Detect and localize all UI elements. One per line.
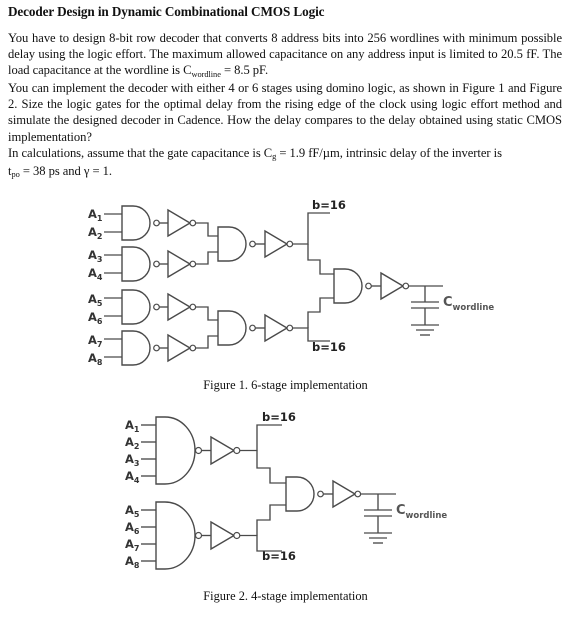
inverter-bottom-merge bbox=[255, 313, 294, 343]
problem-statement: You have to design 8-bit row decoder tha… bbox=[8, 30, 562, 181]
inverter-a56 bbox=[159, 292, 197, 322]
f2-nand2-gate-final bbox=[285, 476, 324, 512]
branch-label-bottom: b=16 bbox=[312, 340, 346, 354]
figure-2-caption: Figure 2. 4-stage implementation bbox=[203, 589, 368, 603]
f2-inverter-top bbox=[201, 435, 241, 466]
f2-wordline-load-network bbox=[360, 493, 396, 544]
paragraph-3: In calculations, assume that the gate ca… bbox=[8, 145, 562, 163]
wire-bottom-to-final-nand bbox=[307, 297, 334, 328]
nand2-gate-top-merge bbox=[217, 226, 256, 262]
inverter-final bbox=[371, 271, 410, 301]
p4-sub-po: po bbox=[11, 170, 20, 180]
figure-2-diagram: A1 A2 A3 A4 A5 A6 A7 A8 b=16 b=16 Cwordl… bbox=[0, 404, 571, 580]
inverter-a12 bbox=[159, 208, 197, 238]
wire-branch-top bbox=[292, 212, 330, 245]
input-label-a3: A3 bbox=[88, 248, 102, 264]
input-label-a6: A6 bbox=[88, 310, 103, 326]
load-capacitor-label: Cwordline bbox=[443, 295, 494, 313]
f2-wire-top-to-nand bbox=[256, 450, 286, 484]
paragraph-4: tpo = 38 ps and γ = 1. bbox=[8, 163, 562, 181]
input-label-a2: A2 bbox=[88, 225, 102, 241]
p1-sub-cwordline: wordline bbox=[191, 69, 221, 79]
f2-input-label-a3: A3 bbox=[125, 452, 139, 468]
inverter-a34 bbox=[159, 249, 197, 279]
input-label-a4: A4 bbox=[88, 266, 103, 282]
p3-seg-0: In calculations, assume that the gate ca… bbox=[8, 145, 273, 160]
figure-1-schematic: A1 A2 A3 A4 A5 A6 A7 A8 b=16 b=16 Cwordl… bbox=[88, 198, 494, 367]
f2-wire-branch-top bbox=[239, 424, 282, 452]
inverter-a78 bbox=[159, 333, 197, 363]
f2-wire-bottom-to-nand bbox=[256, 504, 286, 536]
p4-seg-2: = 38 ps and γ = 1. bbox=[19, 163, 113, 178]
nand2-gate-a78 bbox=[104, 330, 160, 366]
input-label-a8: A8 bbox=[88, 351, 103, 367]
wire-a12-to-nand-top bbox=[195, 222, 218, 237]
branch-label-top: b=16 bbox=[312, 198, 346, 212]
nand2-gate-bottom-merge bbox=[217, 310, 256, 346]
f2-input-label-a7: A7 bbox=[125, 537, 139, 553]
nand2-gate-a12 bbox=[104, 205, 160, 241]
nand4-gate-a1234 bbox=[141, 416, 203, 485]
f2-input-label-a5: A5 bbox=[125, 503, 140, 519]
inverter-top-merge bbox=[255, 229, 294, 259]
f2-inverter-bottom bbox=[201, 520, 241, 551]
input-label-a7: A7 bbox=[88, 333, 102, 349]
f2-input-label-a2: A2 bbox=[125, 435, 139, 451]
p3-sub-cg: g bbox=[272, 152, 277, 162]
f2-inverter-final bbox=[323, 479, 362, 509]
nand2-gate-a56 bbox=[104, 289, 160, 325]
paragraph-1: You have to design 8-bit row decoder tha… bbox=[8, 30, 562, 80]
p3-seg-2: = 1.9 fF/µm, intrinsic delay of the inve… bbox=[276, 145, 502, 160]
wire-a34-to-nand-bot bbox=[195, 251, 218, 265]
nand2-gate-a34 bbox=[104, 246, 160, 282]
f2-load-capacitor-label: Cwordline bbox=[396, 503, 447, 521]
page-title: Decoder Design in Dynamic Combinational … bbox=[8, 4, 325, 19]
p2-seg-0: You can implement the decoder with eithe… bbox=[8, 81, 562, 144]
p1-seg-2: = 8.5 pF. bbox=[220, 63, 269, 78]
wire-a78-to-nand-bot bbox=[195, 335, 218, 349]
input-label-a1: A1 bbox=[88, 207, 103, 223]
paragraph-2: You can implement the decoder with eithe… bbox=[8, 80, 562, 144]
f2-branch-label-top: b=16 bbox=[262, 410, 296, 424]
figure-2-schematic: A1 A2 A3 A4 A5 A6 A7 A8 b=16 b=16 Cwordl… bbox=[125, 410, 447, 570]
wire-top-to-final-nand bbox=[307, 244, 334, 275]
f2-input-label-a1: A1 bbox=[125, 418, 140, 434]
f2-input-label-a4: A4 bbox=[125, 469, 140, 485]
f2-input-label-a8: A8 bbox=[125, 554, 140, 570]
document-page: Decoder Design in Dynamic Combinational … bbox=[0, 0, 571, 623]
p1-seg-0: You have to design 8-bit row decoder tha… bbox=[8, 31, 562, 78]
figure-1-diagram: A1 A2 A3 A4 A5 A6 A7 A8 b=16 b=16 Cwordl… bbox=[0, 192, 571, 372]
wordline-load-network bbox=[408, 285, 443, 336]
wire-a56-to-nand-top bbox=[195, 306, 218, 321]
input-label-a5: A5 bbox=[88, 292, 103, 308]
f2-input-label-a6: A6 bbox=[125, 520, 140, 536]
nand4-gate-a5678 bbox=[141, 501, 203, 570]
nand2-gate-final bbox=[333, 268, 372, 304]
figure-1-caption: Figure 1. 6-stage implementation bbox=[203, 378, 368, 392]
